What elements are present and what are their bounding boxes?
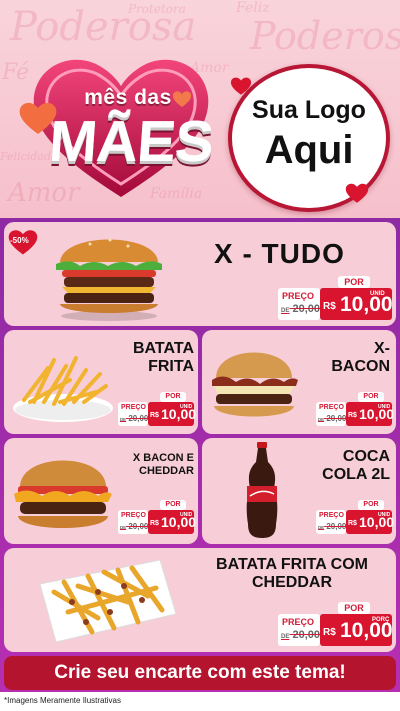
price-por-label: POR [358, 392, 384, 402]
new-price-box: R$ 10,00 UNID [148, 402, 196, 426]
product-name: X- BACON [331, 340, 390, 376]
footnote: *Imagens Meramente Ilustrativas [4, 696, 121, 705]
old-price: DE 20,00 [318, 414, 347, 423]
new-price-box: R$ 10,00 PORÇ [320, 614, 393, 646]
price-tag: POR PREÇO DE 20,00 R$ 10,00 UNID [276, 274, 394, 322]
header-banner: Poderosa Poderosa Protetora Feliz Fé Amo… [0, 0, 400, 218]
product-card[interactable]: COCA COLA 2L POR PREÇO DE 20,00 R$ 10,00 … [202, 438, 396, 544]
fries-cheddar-image [39, 559, 177, 643]
discount-badge-text: -50% [10, 236, 29, 245]
new-price-box: R$ 10,00 UNID [346, 402, 394, 426]
price-por-label: POR [358, 500, 384, 510]
price-por-label: POR [338, 602, 370, 614]
product-name: BATATA FRITA [132, 340, 194, 376]
new-price-box: R$ 10,00 UNID [320, 288, 393, 320]
product-name: X BACON E CHEDDAR [132, 452, 194, 477]
product-card[interactable]: BATATA FRITA POR PREÇO DE 20,00 R$ 10,00 … [4, 330, 198, 434]
brand-title: MÃES [46, 109, 216, 174]
burger-x-bacon-image [212, 352, 298, 417]
price-label: PREÇO [319, 404, 344, 411]
bg-word: Feliz [236, 0, 270, 16]
price-por-label: POR [160, 500, 186, 510]
price-por-label: POR [160, 392, 186, 402]
burger-bacon-cheddar-image [14, 460, 112, 528]
product-card[interactable]: X- BACON POR PREÇO DE 20,00 R$ 10,00 UNID [202, 330, 396, 434]
price-tag: POR PREÇO DE 20,00 R$ 10,00 PORÇ [276, 600, 394, 648]
old-price: DE 20,00 [120, 414, 149, 423]
new-price-box: R$ 10,00 UNID [346, 510, 394, 534]
old-price: DE 20,00 [281, 629, 320, 641]
price-tag: POR PREÇO DE 20,00 R$ 10,00 UNID [314, 500, 394, 536]
bg-word: Poderosa [250, 14, 400, 58]
bg-word: Protetora [128, 2, 186, 16]
heart-icon [345, 183, 369, 203]
price-tag: POR PREÇO DE 20,00 R$ 10,00 UNID [116, 392, 196, 428]
new-price-box: R$ 10,00 UNID [148, 510, 196, 534]
old-price: DE 20,00 [318, 522, 347, 531]
product-name: X - TUDO [214, 238, 345, 269]
footer: *Imagens Meramente Ilustrativas [0, 692, 400, 711]
product-card[interactable]: X BACON E CHEDDAR POR PREÇO DE 20,00 R$ 1… [4, 438, 198, 544]
fries-image [13, 356, 113, 422]
price-label: PREÇO [121, 512, 146, 519]
old-price: DE 20,00 [281, 303, 320, 315]
logo-text: Sua Logo [252, 96, 366, 124]
price-label: PREÇO [319, 512, 344, 519]
price-por-label: POR [338, 276, 370, 288]
logo-text: Aqui [264, 128, 354, 172]
price-tag: POR PREÇO DE 20,00 R$ 10,00 UNID [314, 392, 394, 428]
old-price: DE 20,00 [120, 522, 149, 531]
price-label: PREÇO [121, 404, 146, 411]
product-card[interactable]: X - TUDO POR PREÇO DE 20,00 R$ 10,00 UNI… [4, 222, 396, 326]
brand-subtitle: mês das [84, 86, 172, 109]
burger-x-tudo-image [56, 238, 162, 321]
price-label: PREÇO [282, 617, 315, 627]
product-name: COCA COLA 2L [322, 448, 390, 484]
price-label: PREÇO [282, 291, 315, 301]
create-flyer-button[interactable]: Crie seu encarte com este tema! [4, 656, 396, 690]
heart-icon [230, 77, 252, 95]
product-card[interactable]: BATATA FRITA COM CHEDDAR POR PREÇO DE 20,… [4, 548, 396, 652]
product-name: BATATA FRITA COM CHEDDAR [216, 556, 368, 592]
coca-cola-bottle-image [246, 442, 278, 538]
price-tag: POR PREÇO DE 20,00 R$ 10,00 UNID [116, 500, 196, 536]
